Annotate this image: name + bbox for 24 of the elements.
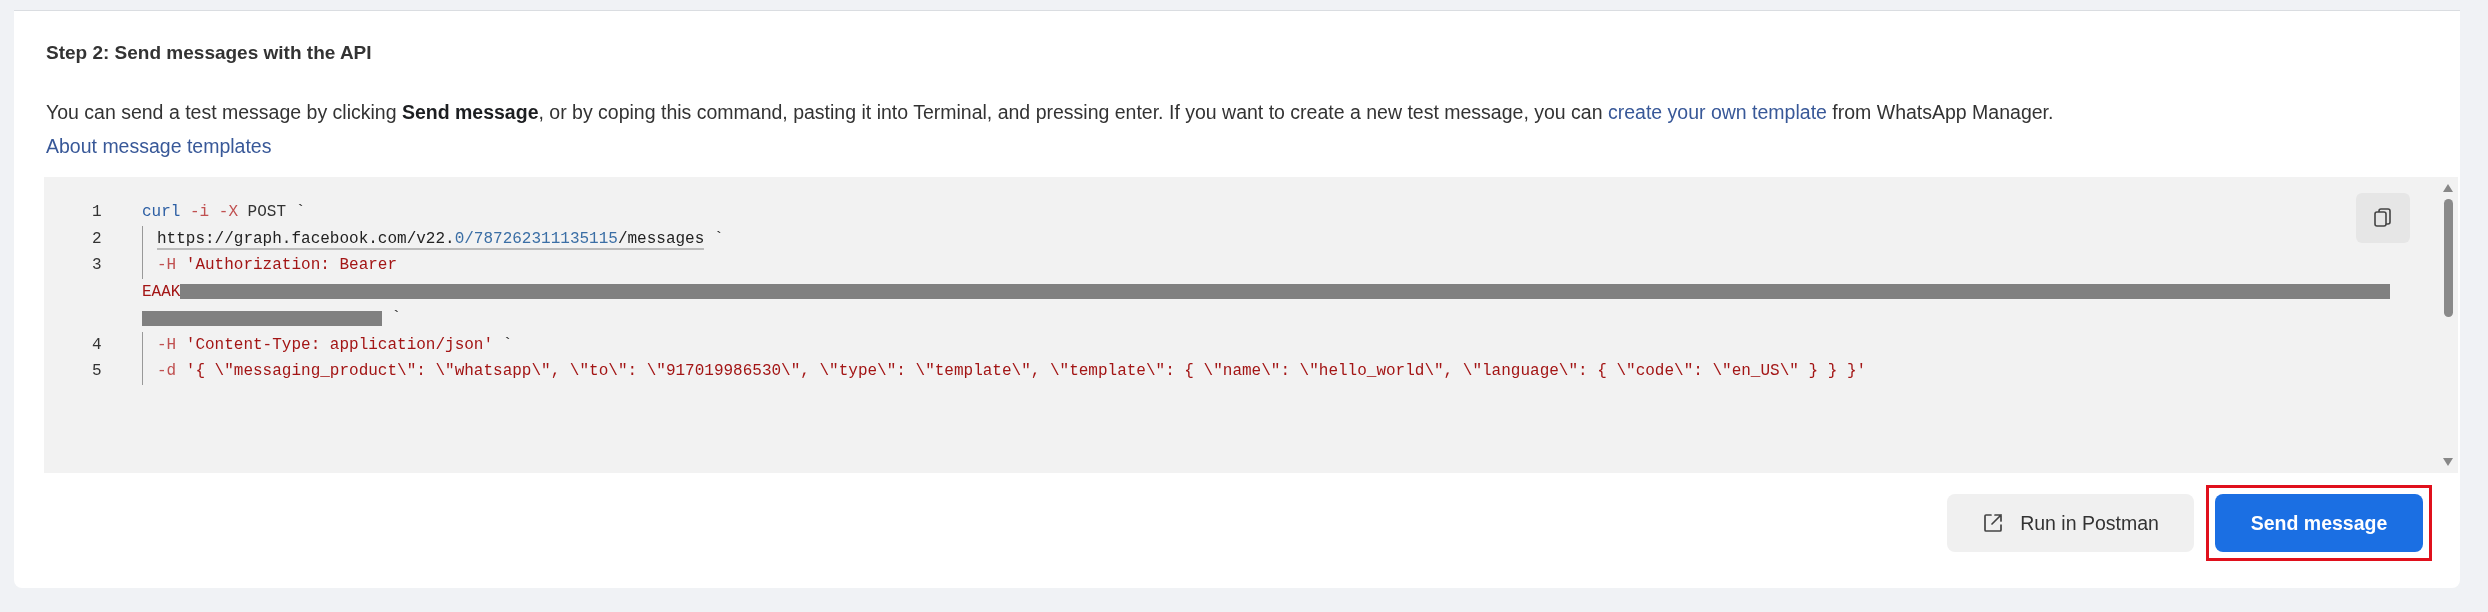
code-text: -H 'Authorization: Bearer [157,256,398,275]
code-text: EAAK [142,282,181,301]
scroll-up-icon[interactable] [2442,183,2454,193]
line-number: 3 [91,256,103,275]
code-text: curl -i -X POST ` [142,203,306,222]
line-number: 4 [91,335,103,354]
copy-button[interactable] [2356,193,2410,243]
code-text: -H 'Content-Type: application/json' ` [157,335,513,354]
code-text: https://graph.facebook.com/v22.0/787262311135115/messages ` [157,229,724,248]
line-number: 1 [91,203,103,222]
copy-icon [2372,207,2394,229]
scroll-down-icon[interactable] [2442,457,2454,467]
create-template-link[interactable]: create your own template [1607,101,1827,123]
line-number: 2 [91,229,103,248]
run-in-postman-button[interactable]: Run in Postman [1947,494,2194,552]
code-text: ` [390,309,402,328]
line-number: 5 [91,362,103,381]
scroll-thumb[interactable] [2443,199,2453,317]
external-link-icon [1982,512,2005,534]
section-heading: Step 2: Send messages with the API [46,41,372,65]
send-message-button[interactable]: Send message [2215,494,2423,552]
code-text: -d '{ \"messaging_product\": \"whatsapp\", \"to\": \"917019986530\", \"type\": \"template\", \"template\": { \"name\": \"hello_world\", \"language\": { \"code\": \"en_US\" } } }' [157,362,1867,381]
about-templates-link[interactable]: About message templates [46,129,272,163]
description-text: You can send a test message by clicking Send message, or by coping this command, pasting it into Terminal, and pressing enter. If you want to create a new test message, you can create your own template from WhatsApp Manager. [46,100,2054,125]
